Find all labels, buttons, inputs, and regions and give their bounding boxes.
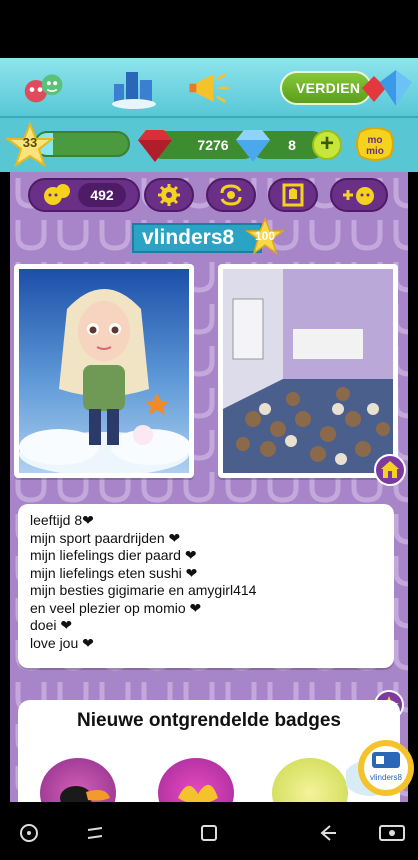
record-icon[interactable] (378, 820, 408, 846)
username-banner: vlinders8 (132, 223, 263, 253)
diamond-icon (236, 130, 270, 162)
back-icon[interactable] (314, 820, 340, 846)
profile-actions: 492 (10, 178, 408, 218)
add-group-button[interactable] (330, 178, 388, 212)
friends-button[interactable]: 492 (28, 178, 140, 212)
bio-line: mijn liefelings dier paard ❤ (30, 547, 197, 563)
avatar-image (19, 269, 189, 473)
profile-panel: 492 vlinders8 100 leeftijd 8❤ mijn sport… (10, 172, 408, 802)
wardrobe-icon (282, 183, 304, 207)
system-nav-bar (0, 802, 418, 860)
room-image (223, 269, 393, 473)
toucan-badge[interactable] (40, 758, 116, 802)
bio-card: leeftijd 8❤ mijn sport paardrijden ❤ mij… (18, 504, 394, 668)
bio-line: mijn liefelings eten sushi ❤ (30, 564, 198, 581)
profile-badge-label: vlinders8 (370, 773, 403, 782)
currency-bar: 33 7276 8 + mo mio (0, 118, 418, 172)
gems-icon (362, 70, 412, 106)
svg-text:mo: mo (368, 135, 383, 146)
bio-line: love jou ❤ (30, 634, 94, 651)
ruby-icon (138, 130, 172, 162)
recents-icon[interactable] (82, 820, 108, 846)
add-group-icon (343, 187, 374, 205)
game-icon[interactable] (16, 820, 42, 846)
fairy-badge[interactable] (158, 758, 234, 802)
swap-icon (220, 184, 242, 206)
friends-count: 492 (78, 183, 126, 207)
status-bar (0, 0, 418, 58)
megaphone-icon[interactable] (186, 64, 234, 112)
bio-line: leeftijd 8❤ (30, 512, 94, 528)
momio-logo-icon[interactable]: mo mio (354, 124, 396, 164)
level-number: 33 (22, 135, 38, 150)
swap-button[interactable] (206, 178, 256, 212)
house-icon (381, 461, 399, 478)
svg-text:mio: mio (366, 146, 384, 157)
friends-icon[interactable] (20, 64, 68, 112)
wardrobe-button[interactable] (268, 178, 318, 212)
badges-title: Nieuwe ontgrendelde badges (77, 710, 341, 731)
settings-button[interactable] (144, 178, 194, 212)
visit-room-button[interactable] (374, 454, 406, 486)
bio-line: doei ❤ (30, 617, 73, 633)
buy-currency-button[interactable]: + (312, 130, 342, 160)
room-card[interactable] (218, 264, 398, 478)
avatar-card[interactable] (14, 264, 194, 478)
top-nav: VERDIEN (0, 58, 418, 118)
profile-badge-icon[interactable]: vlinders8 (346, 730, 416, 800)
city-icon[interactable] (110, 64, 158, 112)
bio-line: mijn besties gigimarie en amygirl414 (30, 582, 257, 598)
gear-icon (158, 184, 180, 206)
star-level-number: 100 (254, 229, 276, 243)
bio-line: mijn sport paardrijden ❤ (30, 529, 181, 546)
bio-line: en veel plezier op momio ❤ (30, 599, 202, 616)
home-icon[interactable] (196, 820, 222, 846)
add-friend-icon (44, 184, 71, 205)
